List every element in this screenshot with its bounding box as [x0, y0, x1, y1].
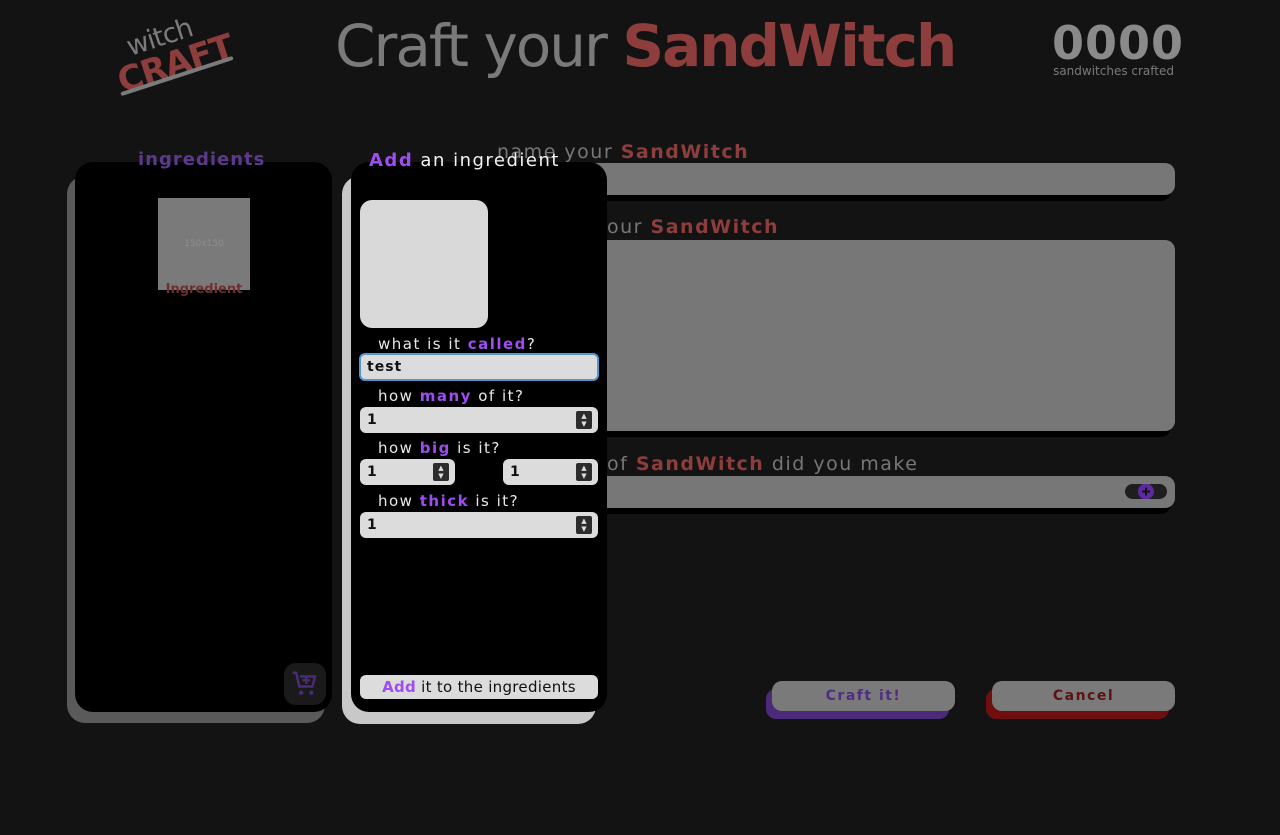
- description-label-accent: SandWitch: [650, 216, 780, 238]
- width-input[interactable]: 1 ▲ ▼: [360, 459, 455, 485]
- big-question-suffix: is it?: [450, 439, 501, 457]
- crafted-counter-label: sandwitches crafted: [1053, 64, 1174, 78]
- spin-up-icon: ▲: [581, 517, 587, 525]
- thick-question-accent: thick: [419, 492, 470, 510]
- thick-question: how thick is it?: [378, 492, 519, 510]
- big-question-accent: big: [419, 439, 451, 457]
- spin-down-icon: ▼: [581, 525, 587, 533]
- big-question-prefix: how: [378, 439, 420, 457]
- height-input[interactable]: 1 ▲ ▼: [503, 459, 598, 485]
- sandwitch-type-select[interactable]: [560, 476, 1175, 508]
- thickness-spinner[interactable]: ▲ ▼: [576, 516, 592, 534]
- name-question: what is it called?: [378, 335, 536, 353]
- add-circle-icon: [1138, 484, 1154, 499]
- logo: witch CRAFT: [112, 12, 238, 102]
- page-title-accent: SandWitch: [622, 12, 957, 80]
- cart-plus-icon: [292, 671, 317, 695]
- sandwitch-name-input[interactable]: [560, 163, 1175, 195]
- height-spinner[interactable]: ▲ ▼: [576, 463, 592, 481]
- modal-title-rest: an ingredient: [413, 150, 560, 171]
- add-button-rest: it to the ingredients: [416, 678, 576, 696]
- type-label: of SandWitch did you make: [607, 453, 918, 475]
- quantity-input[interactable]: 1 ▲ ▼: [360, 407, 598, 433]
- many-question-accent: many: [419, 387, 472, 405]
- many-question: how many of it?: [378, 387, 524, 405]
- width-value: 1: [367, 464, 377, 480]
- spin-up-icon: ▲: [438, 464, 444, 472]
- page-title-prefix: Craft your: [335, 12, 623, 80]
- modal-title: Add an ingredient: [369, 150, 560, 171]
- ingredient-image-upload[interactable]: [360, 200, 488, 328]
- thick-question-prefix: how: [378, 492, 420, 510]
- craft-button[interactable]: Craft it!: [772, 681, 955, 711]
- spin-up-icon: ▲: [581, 464, 587, 472]
- sandwitch-description-textarea[interactable]: [560, 240, 1175, 431]
- cancel-button[interactable]: Cancel: [992, 681, 1175, 711]
- spin-down-icon: ▼: [581, 420, 587, 428]
- ingredients-title: ingredients: [138, 149, 266, 170]
- thickness-input[interactable]: 1 ▲ ▼: [360, 512, 598, 538]
- type-label-accent: SandWitch: [635, 453, 765, 475]
- add-button-accent: Add: [382, 678, 417, 696]
- thickness-value: 1: [367, 517, 377, 533]
- description-label-prefix: our: [607, 216, 651, 238]
- add-to-cart-button[interactable]: [284, 663, 326, 705]
- crafted-counter-value: 0000: [1052, 16, 1185, 70]
- description-label: our SandWitch: [607, 216, 779, 238]
- type-add-toggle[interactable]: [1125, 484, 1167, 499]
- name-label-accent: SandWitch: [620, 141, 750, 163]
- type-label-suffix: did you make: [764, 453, 919, 475]
- height-value: 1: [510, 464, 520, 480]
- add-ingredient-button[interactable]: Add it to the ingredients: [360, 675, 598, 699]
- spin-down-icon: ▼: [438, 472, 444, 480]
- spin-up-icon: ▲: [581, 412, 587, 420]
- spin-down-icon: ▼: [581, 472, 587, 480]
- ingredient-image-placeholder: 150x150: [184, 239, 224, 249]
- ingredient-name: Ingredient: [165, 282, 243, 297]
- quantity-value: 1: [367, 412, 377, 428]
- crafted-counter: 0000 sandwitches crafted: [1052, 16, 1185, 78]
- type-label-prefix: of: [607, 453, 636, 475]
- name-question-prefix: what is it: [378, 335, 468, 353]
- width-spinner[interactable]: ▲ ▼: [433, 463, 449, 481]
- ingredient-image[interactable]: 150x150: [158, 198, 250, 290]
- quantity-spinner[interactable]: ▲ ▼: [576, 411, 592, 429]
- name-question-accent: called: [467, 335, 527, 353]
- modal-title-accent: Add: [369, 150, 414, 171]
- big-question: how big is it?: [378, 439, 501, 457]
- thick-question-suffix: is it?: [469, 492, 520, 510]
- name-question-suffix: ?: [526, 335, 537, 353]
- many-question-prefix: how: [378, 387, 420, 405]
- page-title: Craft your SandWitch: [335, 12, 957, 80]
- ingredient-name-input[interactable]: [359, 353, 599, 381]
- many-question-suffix: of it?: [471, 387, 525, 405]
